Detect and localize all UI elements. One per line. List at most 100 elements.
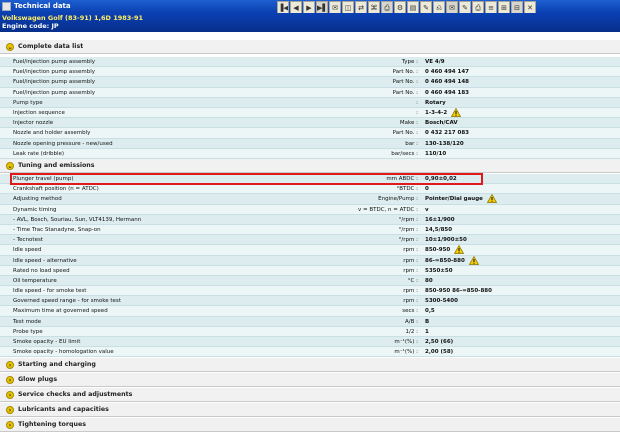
row-unit: °C : xyxy=(407,277,418,284)
row-value: 10±1/900±50 xyxy=(425,237,467,244)
data-row: Injector nozzle Make : Bosch/CAV xyxy=(0,118,620,129)
row-label: Idle speed xyxy=(13,247,42,254)
data-row: Injection sequence:1-3-4-2 xyxy=(0,107,620,119)
row-unit: rpm : xyxy=(403,288,418,295)
section-tightening-torques[interactable]: › Tightening torques xyxy=(0,418,620,432)
data-row: Adjusting method Engine/Pump : Pointer/Dia… xyxy=(0,194,620,205)
row-value: 110/10 xyxy=(425,150,447,157)
warning-icon[interactable] xyxy=(486,194,498,204)
chevron-down-icon: ⌄ xyxy=(6,162,14,170)
row-label: Crankshaft position (n = ATDC) xyxy=(13,186,99,193)
row-unit: Part No. : xyxy=(392,130,418,137)
row-value: 14,5/850 xyxy=(425,226,453,233)
row-value: Bosch/CAV xyxy=(425,120,458,127)
row-label: Governed speed range - for smoke test xyxy=(13,298,121,305)
data-row: Pump type: Rotary xyxy=(0,97,620,108)
warning-icon[interactable] xyxy=(468,255,480,265)
row-value: 850-950 86-=850-880 xyxy=(425,288,492,295)
data-row: Idle speed - for smoke test rpm : 850-950 … xyxy=(0,286,620,297)
technical-data-window: { "window": {"title": "Technical data"},… xyxy=(0,0,620,435)
row-value: 850-950 xyxy=(425,247,451,254)
row-unit: m⁻¹(%) : xyxy=(394,339,418,345)
row-unit: Make : xyxy=(399,120,418,127)
section-complete-data-list[interactable]: ⌄ Complete data list xyxy=(0,40,620,54)
row-value: 16±1/900 xyxy=(425,216,455,223)
row-value: VE 4/9 xyxy=(425,59,445,65)
row-value: 80 xyxy=(425,277,433,284)
data-row: - Time Trac Stanadyne, Snap-on °/rpm : 14,… xyxy=(0,224,620,236)
vehicle-header: Volkswagen Golf (83-91) 1,6D 1983-91 Eng… xyxy=(0,13,620,32)
data-row: Nozzle opening pressure - new/used bar : 1… xyxy=(0,138,620,149)
row-label: Nozzle opening pressure - new/used xyxy=(13,140,113,147)
chevron-right-icon: › xyxy=(6,376,14,384)
row-value: 0,5 xyxy=(425,308,435,315)
row-label: Smoke opacity - homologation value xyxy=(13,349,114,356)
row-value: 0 460 494 148 xyxy=(425,79,470,86)
row-label: Oil temperature xyxy=(13,277,57,284)
row-label: Dynamic timing xyxy=(13,206,57,213)
row-value: 0 xyxy=(425,186,429,193)
row-value: 0 432 217 083 xyxy=(425,130,470,137)
row-value: v xyxy=(425,206,429,213)
tuning-data-rows: Plunger travel (pump) mm ABDC :0,90±0,02 C… xyxy=(0,174,620,358)
section-starting-and-charging[interactable]: › Starting and charging xyxy=(0,358,620,372)
row-label: Fuel/injection pump assembly xyxy=(13,59,96,65)
data-row: Fuel/injection pump assembly Part No. : 0 … xyxy=(0,77,620,88)
data-row: Fuel/injection pump assembly Part No. : 0 … xyxy=(0,87,620,98)
highlight-box xyxy=(10,173,483,185)
data-row: Nozzle and holder assembly Part No. : 0 43… xyxy=(0,128,620,139)
chevron-down-icon: ⌄ xyxy=(6,43,14,51)
warning-icon[interactable] xyxy=(453,245,465,255)
data-row: Smoke opacity - homologation value m⁻¹(%)… xyxy=(0,347,620,358)
data-row: Probe type 1/2 : 1 xyxy=(0,326,620,337)
section-lubricants[interactable]: › Lubricants and capacities xyxy=(0,403,620,417)
row-label: Adjusting method xyxy=(13,196,62,203)
row-value: 130-138/120 xyxy=(425,140,464,147)
data-row: Idle speed - alternative rpm : 86-=850-880 xyxy=(0,255,620,266)
row-label: Test mode xyxy=(13,318,42,325)
data-row: Rated no load speed rpm : 5350±50 xyxy=(0,265,620,276)
data-row: Smoke opacity - EU limit m⁻¹(%) : 2,50 (66… xyxy=(0,337,620,348)
data-row: Governed speed range - for smoke test rpm… xyxy=(0,296,620,307)
data-row: - Tecnotest °/rpm : 10±1/900±50 xyxy=(0,235,620,246)
row-unit: secs : xyxy=(402,308,418,315)
row-label: Idle speed - alternative xyxy=(13,257,77,264)
section-service-checks[interactable]: › Service checks and adjustments xyxy=(0,388,620,402)
row-unit: A/B : xyxy=(405,318,418,325)
row-unit: Engine/Pump : xyxy=(378,196,418,203)
row-value: 0 460 494 183 xyxy=(425,89,470,96)
data-row: - AVL, Bosch, Souriau, Sun, VLT4139, Her… xyxy=(0,214,620,225)
row-value: 1 xyxy=(425,328,429,335)
row-value: Pointer/Dial gauge xyxy=(425,196,483,203)
row-unit: bar : xyxy=(405,140,418,147)
row-unit: Part No. : xyxy=(392,69,418,76)
row-label: - Tecnotest xyxy=(13,237,43,244)
row-unit: : xyxy=(416,99,418,106)
row-unit: : xyxy=(416,109,418,116)
row-label: Injector nozzle xyxy=(13,120,54,127)
section-glow-plugs[interactable]: › Glow plugs xyxy=(0,373,620,387)
row-label: Fuel/injection pump assembly xyxy=(13,69,96,76)
row-unit: Part No. : xyxy=(392,89,418,96)
row-label: Injection sequence xyxy=(13,109,65,116)
row-unit: °/rpm : xyxy=(398,216,418,223)
row-label: Leak rate (dribble) xyxy=(13,150,65,157)
section-title: Complete data list xyxy=(18,43,84,50)
warning-icon[interactable] xyxy=(450,107,462,117)
row-unit: rpm : xyxy=(403,267,418,274)
row-unit: rpm : xyxy=(403,257,418,264)
row-unit: 1/2 : xyxy=(405,328,418,335)
row-label: Fuel/injection pump assembly xyxy=(13,89,96,96)
chevron-right-icon: › xyxy=(6,361,14,369)
row-unit: v = BTDC, n = ATDC : xyxy=(357,206,418,213)
row-label: - AVL, Bosch, Souriau, Sun, VLT4139, Her… xyxy=(13,216,142,223)
data-row: Fuel/injection pump assembly Type : VE 4/9 xyxy=(0,57,620,68)
row-label: Rated no load speed xyxy=(13,267,70,274)
chevron-right-icon: › xyxy=(6,391,14,399)
row-label: - Time Trac Stanadyne, Snap-on xyxy=(13,226,101,233)
row-label: Idle speed - for smoke test xyxy=(13,288,87,295)
row-unit: bar/secs : xyxy=(391,150,418,157)
section-title: Service checks and adjustments xyxy=(18,391,133,398)
section-tuning-and-emissions[interactable]: ⌄ Tuning and emissions xyxy=(0,159,620,173)
section-title: Tightening torques xyxy=(18,421,86,428)
